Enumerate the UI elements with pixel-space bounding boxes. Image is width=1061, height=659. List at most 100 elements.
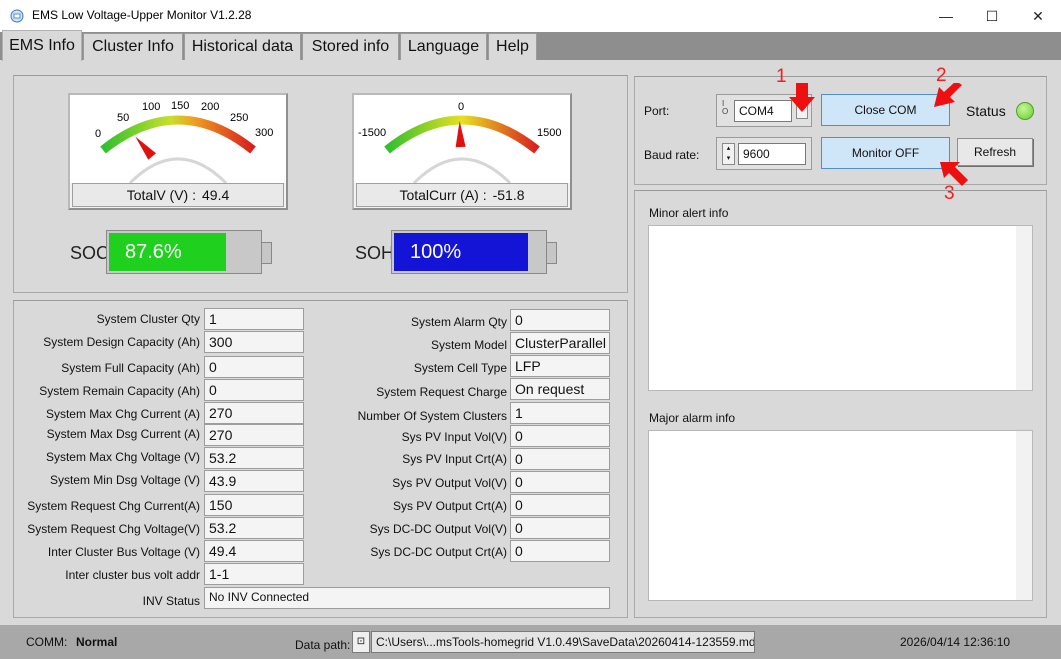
soh-bar-fill: 100% (394, 233, 528, 271)
status-label: Status (966, 103, 1006, 119)
minor-alert-title: Minor alert info (649, 206, 729, 220)
field-label: System Max Dsg Current (A) (46, 427, 200, 441)
field-label: Sys PV Input Vol(V) (401, 430, 507, 444)
current-readout: TotalCurr (A) : -51.8 (356, 183, 568, 207)
field-value: 0 (510, 471, 610, 493)
baud-selector[interactable]: ▴ ▾ 9600 (716, 137, 812, 170)
field-label: System Max Chg Current (A) (45, 407, 200, 421)
field-label: System Remain Capacity (Ah) (39, 384, 200, 398)
field-label: Sys PV Output Vol(V) (392, 476, 507, 490)
field-value: 53.2 (204, 517, 304, 539)
data-path-label: Data path: (295, 638, 351, 652)
io-icon: IO (722, 99, 729, 116)
minor-alert-list[interactable] (648, 225, 1033, 391)
tab-language[interactable]: Language (400, 33, 487, 60)
field-label: System Cluster Qty (96, 312, 200, 326)
field-label: Inter cluster bus volt addr (65, 568, 200, 582)
monitor-off-button[interactable]: Monitor OFF (821, 137, 950, 169)
app-icon (10, 9, 24, 23)
current-tick: 1500 (537, 127, 561, 139)
soc-value: 87.6% (125, 240, 182, 263)
datetime: 2026/04/14 12:36:10 (900, 635, 1011, 649)
field-value: ClusterParallel (510, 332, 610, 354)
field-label: System Request Chg Voltage(V) (27, 522, 200, 536)
field-label: System Min Dsg Voltage (V) (49, 473, 200, 487)
scrollbar[interactable] (1016, 226, 1032, 390)
tab-ems-info[interactable]: EMS Info (2, 30, 82, 61)
voltage-tick: 50 (117, 112, 129, 124)
field-value: 49.4 (204, 540, 304, 562)
field-value: 0 (510, 448, 610, 470)
current-value: -51.8 (492, 187, 525, 203)
field-value: 0 (204, 356, 304, 378)
field-value: 0 (510, 494, 610, 516)
red-arrow-icon (934, 83, 962, 107)
status-bar: COMM: Normal Data path: ⊡ C:\Users\...ms… (0, 625, 1061, 659)
voltage-readout: TotalV (V) : 49.4 (72, 183, 284, 207)
field-value: 53.2 (204, 447, 304, 469)
current-gauge-dial: -1500 0 1500 (354, 95, 570, 183)
voltage-tick: 250 (230, 112, 248, 124)
field-value: On request (510, 378, 610, 400)
soh-label: SOH (355, 243, 395, 263)
port-label: Port: (644, 104, 670, 118)
field-value: 1-1 (204, 563, 304, 585)
field-value: 270 (204, 424, 304, 446)
close-button[interactable]: ✕ (1015, 0, 1061, 32)
voltage-tick: 100 (142, 101, 160, 113)
baud-value[interactable]: 9600 (738, 143, 806, 165)
field-value: 1 (510, 402, 610, 424)
tab-stored-info[interactable]: Stored info (302, 33, 399, 60)
tab-historical-data[interactable]: Historical data (184, 33, 301, 60)
status-led-icon (1016, 102, 1034, 120)
field-value: 1 (204, 308, 304, 330)
current-tick: -1500 (358, 127, 386, 139)
field-value: 300 (204, 331, 304, 353)
field-label: System Design Capacity (Ah) (43, 335, 200, 349)
baud-label: Baud rate: (644, 148, 700, 162)
red-arrow-icon (789, 83, 815, 112)
current-tick: 0 (458, 101, 464, 113)
voltage-label: TotalV (V) : (126, 187, 196, 203)
current-label: TotalCurr (A) : (399, 187, 487, 203)
annotation-number: 1 (776, 66, 787, 87)
field-label: System Cell Type (413, 361, 507, 375)
soc-bar-fill: 87.6% (109, 233, 226, 271)
voltage-value: 49.4 (202, 187, 230, 203)
tab-help[interactable]: Help (488, 33, 537, 60)
comm-value: Normal (76, 635, 118, 649)
maximize-button[interactable]: ☐ (969, 0, 1015, 32)
field-label: System Request Charge (376, 385, 507, 399)
major-alarm-title: Major alarm info (649, 411, 736, 425)
soh-value: 100% (410, 240, 462, 263)
major-alarm-list[interactable] (648, 430, 1033, 601)
tab-bar: EMS Info Cluster Info Historical data St… (0, 30, 1061, 61)
inv-status-value: No INV Connected (204, 587, 610, 609)
field-label: Sys DC-DC Output Vol(V) (369, 522, 507, 536)
field-label: Inter Cluster Bus Voltage (V) (47, 545, 200, 559)
soc-bar-handle (261, 242, 272, 264)
field-label: Sys PV Output Crt(A) (392, 499, 507, 513)
voltage-tick: 200 (201, 101, 219, 113)
tab-cluster-info[interactable]: Cluster Info (83, 33, 183, 60)
field-label: System Full Capacity (Ah) (61, 361, 200, 375)
voltage-tick: 300 (255, 127, 273, 139)
folder-browse-icon[interactable]: ⊡ (352, 631, 370, 653)
soc-bar: 87.6% (106, 230, 262, 274)
stepper-icon[interactable]: ▴ ▾ (722, 143, 735, 165)
window-title: EMS Low Voltage-Upper Monitor V1.2.28 (32, 8, 252, 22)
minimize-button[interactable]: — (923, 0, 969, 32)
field-value: 150 (204, 494, 304, 516)
soh-bar-handle (546, 242, 557, 264)
voltage-tick: 150 (171, 100, 189, 112)
voltage-gauge: 0 50 100 150 200 250 300 TotalV (V) : 49… (68, 93, 288, 210)
field-value: 0 (510, 540, 610, 562)
main-area: 0 50 100 150 200 250 300 TotalV (V) : 49… (0, 60, 1061, 625)
data-path-value[interactable]: C:\Users\...msTools-homegrid V1.0.49\Sav… (371, 631, 755, 653)
port-value[interactable]: COM4 (734, 100, 792, 122)
soc-label: SOC (70, 243, 110, 263)
scrollbar[interactable] (1016, 431, 1032, 600)
title-bar: EMS Low Voltage-Upper Monitor V1.2.28 — … (0, 0, 1061, 32)
field-label: System Request Chg Current(A) (27, 499, 200, 513)
current-gauge: -1500 0 1500 TotalCurr (A) : -51.8 (352, 93, 572, 210)
